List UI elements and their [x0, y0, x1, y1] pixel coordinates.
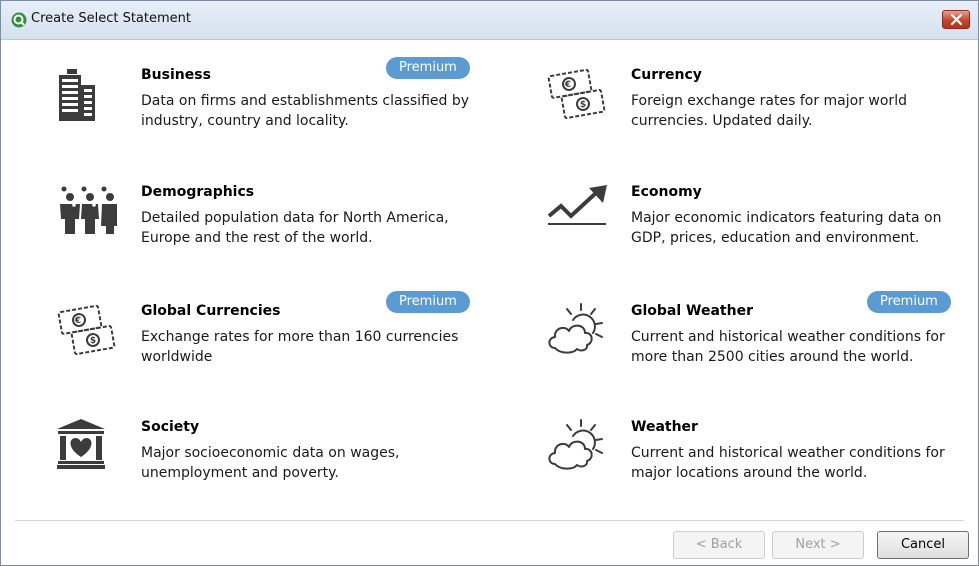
- close-icon: [951, 14, 962, 25]
- dataset-card-global-currencies[interactable]: € $ Global Currencies Exchange rates for…: [57, 303, 487, 413]
- dataset-description: Major economic indicators featuring data…: [631, 210, 942, 246]
- dataset-name: Society: [141, 419, 200, 435]
- svg-text:€: €: [74, 316, 81, 326]
- building-icon: [59, 69, 95, 121]
- close-button[interactable]: [942, 10, 970, 29]
- title-bar: Create Select Statement: [1, 1, 978, 40]
- dataset-description: Detailed population data for North Ameri…: [141, 210, 449, 246]
- banknotes-icon: € $: [547, 68, 606, 119]
- banknotes-icon: € $: [57, 304, 116, 355]
- dataset-description: Exchange rates for more than 160 currenc…: [141, 329, 459, 365]
- svg-text:$: $: [90, 336, 96, 346]
- dataset-name: Global Weather: [631, 303, 753, 319]
- premium-badge: Premium: [867, 291, 951, 313]
- trend-up-icon: [547, 185, 607, 225]
- app-logo-icon: [11, 12, 27, 28]
- premium-badge: Premium: [386, 291, 470, 313]
- dataset-description: Major socioeconomic data on wages, unemp…: [141, 445, 400, 481]
- sun-cloud-icon: [548, 419, 603, 470]
- dataset-description: Current and historical weather condition…: [631, 445, 945, 481]
- dataset-card-society[interactable]: Society Major socioeconomic data on wage…: [57, 419, 487, 529]
- svg-text:$: $: [580, 100, 586, 110]
- sun-cloud-icon: [548, 303, 603, 354]
- back-button[interactable]: < Back: [673, 531, 765, 559]
- dataset-description: Foreign exchange rates for major world c…: [631, 93, 907, 129]
- dataset-card-weather[interactable]: Weather Current and historical weather c…: [547, 419, 977, 529]
- dataset-description: Current and historical weather condition…: [631, 329, 945, 365]
- dataset-name: Business: [141, 67, 211, 83]
- cancel-button[interactable]: Cancel: [877, 531, 969, 559]
- dataset-card-demographics[interactable]: Demographics Detailed population data fo…: [57, 184, 487, 294]
- people-icon: [60, 186, 117, 234]
- dataset-card-global-weather[interactable]: Global Weather Current and historical we…: [547, 303, 977, 413]
- dataset-card-currency[interactable]: € $ Currency Foreign exchange rates for …: [547, 67, 977, 177]
- dataset-card-business[interactable]: Business Data on firms and establishment…: [57, 67, 487, 177]
- dataset-name: Economy: [631, 184, 702, 200]
- institution-heart-icon: [57, 419, 105, 469]
- dataset-description: Data on firms and establishments classif…: [141, 93, 470, 129]
- window-title: Create Select Statement: [31, 11, 191, 26]
- dataset-card-economy[interactable]: Economy Major economic indicators featur…: [547, 184, 977, 294]
- dataset-name: Global Currencies: [141, 303, 281, 319]
- create-select-statement-dialog: Create Select Statement Business Data on…: [0, 0, 979, 566]
- svg-text:€: €: [564, 80, 571, 90]
- premium-badge: Premium: [386, 57, 470, 79]
- dataset-name: Weather: [631, 419, 698, 435]
- footer-separator: [15, 520, 964, 521]
- next-button[interactable]: Next >: [772, 531, 864, 559]
- dataset-name: Currency: [631, 67, 702, 83]
- dataset-name: Demographics: [141, 184, 255, 200]
